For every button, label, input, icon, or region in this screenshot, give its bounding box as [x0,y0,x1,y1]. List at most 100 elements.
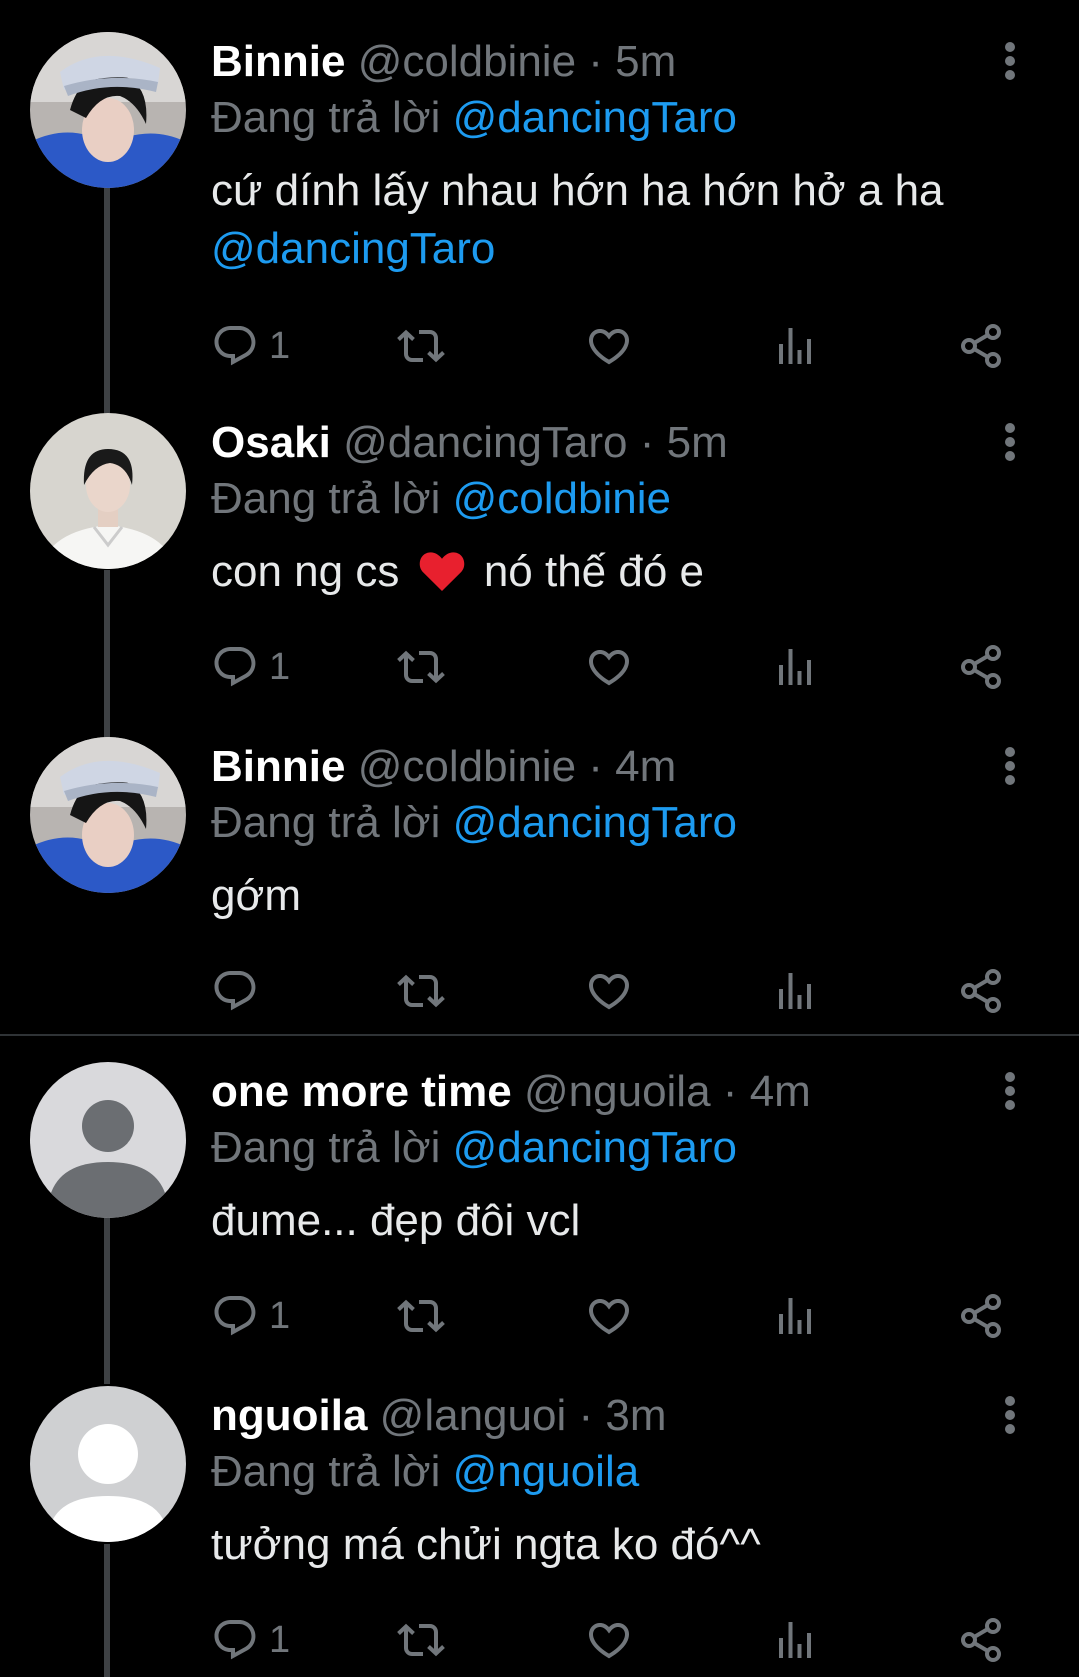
tweet[interactable]: Osaki @dancingTaro · 5m Đang trả lời @co… [0,413,1079,713]
like-button[interactable] [585,1288,633,1344]
retweet-icon [397,1616,445,1664]
share-button[interactable] [957,1612,1005,1668]
reply-count: 1 [269,645,291,688]
tweet[interactable]: one more time @nguoila · 4m Đang trả lời… [0,1062,1079,1352]
heart-icon [585,967,633,1015]
like-button[interactable] [585,963,633,1019]
retweet-button[interactable] [397,1288,445,1344]
replying-to-mention[interactable]: @dancingTaro [453,1123,737,1172]
views-button[interactable] [771,963,819,1019]
replying-to: Đang trả lời @coldbinie [211,471,671,527]
tweet-text-line: gớm [211,871,301,920]
retweet-icon [397,967,445,1015]
replying-to: Đang trả lời @dancingTaro [211,90,737,146]
separator-dot: · [639,418,655,467]
replying-to-mention[interactable]: @dancingTaro [453,93,737,142]
replying-to-label: Đang trả lời [211,1447,441,1496]
share-button[interactable] [957,1288,1005,1344]
heart-icon [585,1292,633,1340]
reply-icon [211,1292,259,1340]
share-icon [957,643,1005,691]
timestamp[interactable]: 4m [750,1067,811,1116]
separator-dot: · [588,742,603,791]
reply-button[interactable] [211,963,269,1019]
avatar[interactable] [30,737,186,893]
action-bar [211,963,1031,1019]
separator-dot: · [578,1391,594,1440]
user-handle[interactable]: @coldbinie [358,37,576,86]
replying-to-mention[interactable]: @coldbinie [453,474,671,523]
more-vertical-icon[interactable] [1003,1072,1017,1112]
views-icon [771,1292,819,1340]
display-name[interactable]: nguoila [211,1391,367,1440]
share-button[interactable] [957,318,1005,374]
share-button[interactable] [957,639,1005,695]
avatar[interactable] [30,413,186,569]
more-vertical-icon[interactable] [1003,42,1017,82]
action-bar: 1 [211,1288,1031,1344]
avatar[interactable] [30,1062,186,1218]
tweet-text: đume... đẹp đôi vcl [211,1192,1031,1250]
more-vertical-icon[interactable] [1003,423,1017,463]
share-icon [957,1616,1005,1664]
timestamp[interactable]: 5m [667,418,728,467]
like-button[interactable] [585,1612,633,1668]
retweet-icon [397,1292,445,1340]
heart-icon [585,643,633,691]
tweet-text: gớm [211,867,1031,925]
views-icon [771,322,819,370]
heart-icon [585,1616,633,1664]
like-button[interactable] [585,639,633,695]
tweet-text: con ng cs nó thế đó e [211,543,1031,601]
replying-to-mention[interactable]: @dancingTaro [453,798,737,847]
reply-button[interactable]: 1 [211,1288,290,1344]
user-handle[interactable]: @coldbinie [358,742,576,791]
views-button[interactable] [771,318,819,374]
reply-icon [211,643,259,691]
replying-to-mention[interactable]: @nguoila [453,1447,640,1496]
retweet-button[interactable] [397,639,445,695]
more-vertical-icon[interactable] [1003,747,1017,787]
tweet-mention[interactable]: @dancingTaro [211,220,1031,278]
views-button[interactable] [771,1288,819,1344]
avatar[interactable] [30,32,186,188]
reply-count: 1 [269,1618,291,1661]
views-button[interactable] [771,639,819,695]
display-name[interactable]: Binnie [211,742,345,791]
views-button[interactable] [771,1612,819,1668]
tweet[interactable]: Binnie @coldbinie · 5m Đang trả lời @dan… [0,32,1079,372]
timestamp[interactable]: 5m [615,37,676,86]
user-handle[interactable]: @languoi [380,1391,567,1440]
reply-button[interactable]: 1 [211,1612,290,1668]
tweet-text-line: cứ dính lấy nhau hớn ha hớn hở a ha [211,166,944,215]
tweet-header: Binnie @coldbinie · 5m [211,34,1079,90]
share-button[interactable] [957,963,1005,1019]
separator-dot: · [722,1067,738,1116]
user-handle[interactable]: @dancingTaro [343,418,627,467]
tweet-text-part: con ng cs [211,547,400,596]
tweet-header: Osaki @dancingTaro · 5m [211,415,1079,471]
replying-to-label: Đang trả lời [211,798,441,847]
tweet-text-line: tưởng má chửi ngta ko đó^^ [211,1520,761,1569]
reply-button[interactable]: 1 [211,639,290,695]
replying-to: Đang trả lời @nguoila [211,1444,639,1500]
avatar[interactable] [30,1386,186,1542]
tweet-header: nguoila @languoi · 3m [211,1388,1079,1444]
like-button[interactable] [585,318,633,374]
retweet-button[interactable] [397,1612,445,1668]
tweet[interactable]: Binnie @coldbinie · 4m Đang trả lời @dan… [0,737,1079,1027]
display-name[interactable]: Osaki [211,418,331,467]
user-handle[interactable]: @nguoila [524,1067,711,1116]
display-name[interactable]: Binnie [211,37,345,86]
retweet-icon [397,643,445,691]
timestamp[interactable]: 4m [615,742,676,791]
timestamp[interactable]: 3m [605,1391,666,1440]
replying-to: Đang trả lời @dancingTaro [211,795,737,851]
retweet-button[interactable] [397,963,445,1019]
display-name[interactable]: one more time [211,1067,512,1116]
retweet-button[interactable] [397,318,445,374]
tweet[interactable]: nguoila @languoi · 3m Đang trả lời @nguo… [0,1386,1079,1677]
reply-icon [211,1616,259,1664]
reply-button[interactable]: 1 [211,318,290,374]
more-vertical-icon[interactable] [1003,1396,1017,1436]
